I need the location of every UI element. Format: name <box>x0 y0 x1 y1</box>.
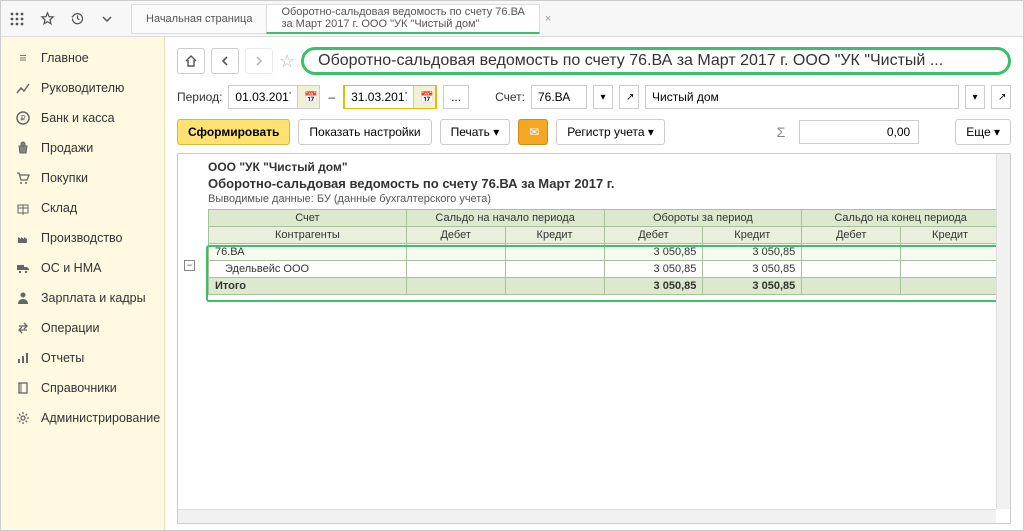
sidebar-item-admin[interactable]: Администрирование <box>1 403 164 433</box>
chart-icon <box>15 80 31 96</box>
more-button[interactable]: Еще ▾ <box>955 119 1011 145</box>
sidebar-item-catalogs[interactable]: Справочники <box>1 373 164 403</box>
th-closing: Сальдо на конец периода <box>802 210 1000 227</box>
sum-icon: Σ <box>771 124 792 140</box>
forward-button[interactable] <box>245 48 273 74</box>
period-label: Период: <box>177 90 222 104</box>
content: ☆ Оборотно-сальдовая ведомость по счету … <box>165 37 1023 530</box>
tab-report[interactable]: Оборотно-сальдовая ведомость по счету 76… <box>266 4 539 34</box>
report-subtitle: Выводимые данные: БУ (данные бухгалтерск… <box>208 193 1000 205</box>
star-icon[interactable] <box>39 11 55 27</box>
calendar-to-icon[interactable]: 📅 <box>413 86 435 108</box>
mail-button[interactable]: ✉ <box>518 119 548 145</box>
sidebar-item-production[interactable]: Производство <box>1 223 164 253</box>
org-open-icon[interactable]: ↗ <box>991 85 1011 109</box>
home-button[interactable] <box>177 48 205 74</box>
th-open-credit: Кредит <box>505 227 604 244</box>
period-picker-button[interactable]: ... <box>443 85 469 109</box>
report-title: Оборотно-сальдовая ведомость по счету 76… <box>208 176 1000 191</box>
account-label: Счет: <box>495 90 525 104</box>
chevron-down-icon[interactable] <box>99 11 115 27</box>
book-icon <box>15 380 31 396</box>
tree-collapse-icon[interactable]: − <box>184 260 195 271</box>
sidebar-item-warehouse[interactable]: Склад <box>1 193 164 223</box>
ruble-icon: ₽ <box>15 110 31 126</box>
sum-box[interactable] <box>799 120 919 144</box>
register-button[interactable]: Регистр учета ▾ <box>556 119 665 145</box>
date-to-box[interactable]: 📅 <box>343 85 437 109</box>
account-open-icon[interactable]: ↗ <box>619 85 639 109</box>
report-table: Счет Сальдо на начало периода Обороты за… <box>208 209 1000 295</box>
sidebar-item-reports[interactable]: Отчеты <box>1 343 164 373</box>
truck-icon <box>15 260 31 276</box>
top-ribbon: Начальная страница Оборотно-сальдовая ве… <box>1 1 1023 37</box>
report-area: − ООО "УК "Чистый дом" Оборотно-сальдова… <box>177 153 1011 524</box>
dash: – <box>326 90 337 104</box>
factory-icon <box>15 230 31 246</box>
report-org: ООО "УК "Чистый дом" <box>208 160 1000 174</box>
date-from-input[interactable] <box>229 86 297 108</box>
tab-start[interactable]: Начальная страница <box>131 4 267 34</box>
org-input[interactable] <box>645 85 959 109</box>
account-input[interactable] <box>531 85 587 109</box>
history-icon[interactable] <box>69 11 85 27</box>
settings-button[interactable]: Показать настройки <box>298 119 431 145</box>
date-to-input[interactable] <box>345 86 413 108</box>
sidebar-item-salary[interactable]: Зарплата и кадры <box>1 283 164 313</box>
vertical-scrollbar[interactable] <box>996 154 1010 509</box>
form-button[interactable]: Сформировать <box>177 119 290 145</box>
th-counterparty: Контрагенты <box>209 227 407 244</box>
bag-icon <box>15 140 31 156</box>
date-from-box[interactable]: 📅 <box>228 85 320 109</box>
th-account: Счет <box>209 210 407 227</box>
horizontal-scrollbar[interactable] <box>178 509 996 523</box>
th-opening: Сальдо на начало периода <box>406 210 604 227</box>
page-title: Оборотно-сальдовая ведомость по счету 76… <box>301 47 1011 75</box>
sidebar-item-purchases[interactable]: Покупки <box>1 163 164 193</box>
svg-text:₽: ₽ <box>20 114 25 123</box>
account-dropdown-icon[interactable]: ▾ <box>593 85 613 109</box>
table-total-row: Итого 3 050,85 3 050,85 <box>209 278 1000 295</box>
swap-icon <box>15 320 31 336</box>
print-button[interactable]: Печать ▾ <box>440 119 511 145</box>
sidebar-item-main[interactable]: ≡Главное <box>1 43 164 73</box>
cart-icon <box>15 170 31 186</box>
sidebar-item-sales[interactable]: Продажи <box>1 133 164 163</box>
bars-icon <box>15 350 31 366</box>
th-turn-debit: Дебет <box>604 227 703 244</box>
menu-icon: ≡ <box>15 50 31 66</box>
sidebar-item-assets[interactable]: ОС и НМА <box>1 253 164 283</box>
box-icon <box>15 200 31 216</box>
gear-icon <box>15 410 31 426</box>
sidebar-item-operations[interactable]: Операции <box>1 313 164 343</box>
sidebar-item-bank[interactable]: ₽Банк и касса <box>1 103 164 133</box>
person-icon <box>15 290 31 306</box>
th-open-debit: Дебет <box>406 227 505 244</box>
sidebar-item-manager[interactable]: Руководителю <box>1 73 164 103</box>
sidebar: ≡Главное Руководителю ₽Банк и касса Прод… <box>1 37 165 530</box>
table-row[interactable]: Эдельвейс ООО 3 050,85 3 050,85 <box>209 261 1000 278</box>
th-turn-credit: Кредит <box>703 227 802 244</box>
tab-close-icon[interactable]: × <box>545 13 551 25</box>
favorite-icon[interactable]: ☆ <box>279 51 295 72</box>
back-button[interactable] <box>211 48 239 74</box>
calendar-from-icon[interactable]: 📅 <box>297 86 319 108</box>
th-close-credit: Кредит <box>901 227 1000 244</box>
th-turnover: Обороты за период <box>604 210 802 227</box>
apps-icon[interactable] <box>9 11 25 27</box>
org-dropdown-icon[interactable]: ▾ <box>965 85 985 109</box>
table-row[interactable]: 76.ВА 3 050,85 3 050,85 <box>209 244 1000 261</box>
th-close-debit: Дебет <box>802 227 901 244</box>
